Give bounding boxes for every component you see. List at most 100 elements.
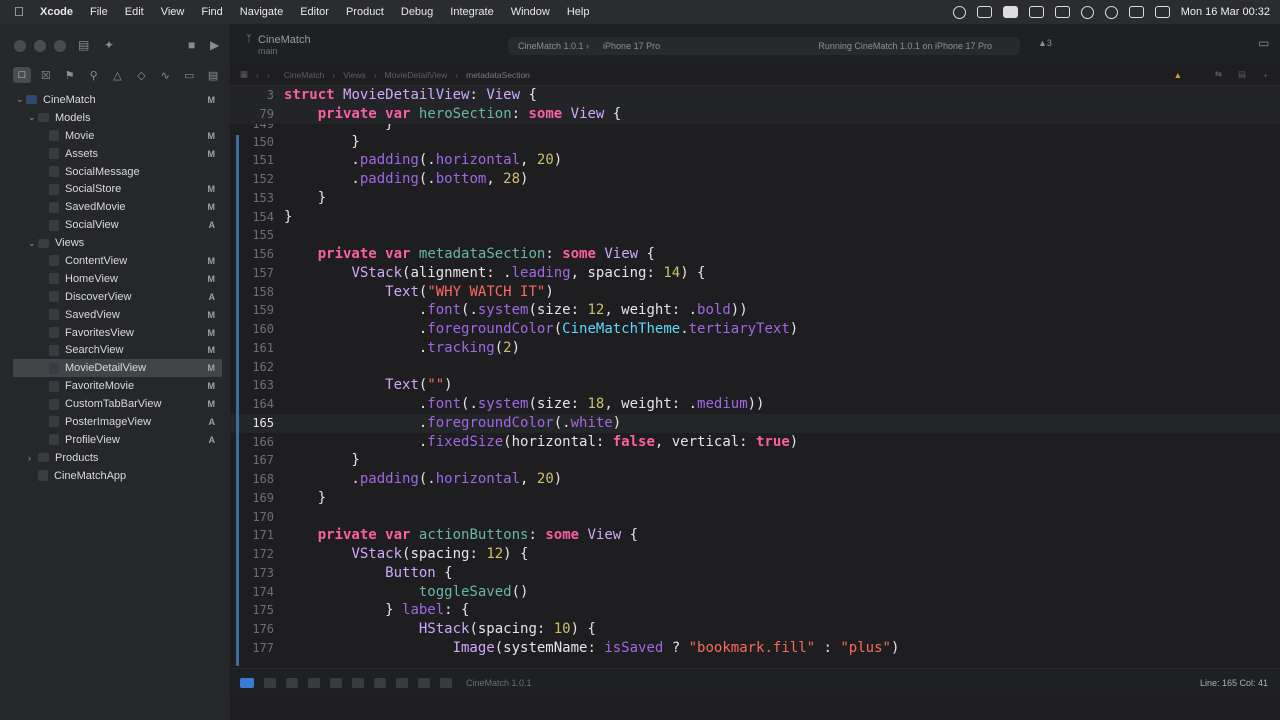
xcode-assistant-icon[interactable]: ✦ bbox=[104, 38, 114, 52]
app-n-icon[interactable] bbox=[1054, 6, 1070, 18]
navigator-item[interactable]: SearchView M bbox=[0, 341, 230, 359]
breadcrumb-project[interactable]: CineMatch bbox=[284, 70, 325, 80]
navigator-item[interactable]: FavoritesView M bbox=[0, 324, 230, 342]
code-line[interactable]: 172 VStack(spacing: 12) { bbox=[230, 545, 1280, 564]
code-line[interactable]: 166 .fixedSize(horizontal: false, vertic… bbox=[230, 433, 1280, 452]
screen-icon[interactable] bbox=[976, 6, 992, 18]
chevron-right-icon[interactable]: › bbox=[28, 453, 31, 463]
test-icon[interactable]: ◇ bbox=[132, 67, 150, 83]
breakpoint-icon[interactable]: ▭ bbox=[180, 67, 198, 83]
line-number[interactable]: 149 bbox=[230, 124, 274, 133]
forward-icon[interactable]: › bbox=[267, 70, 270, 80]
issue-icon[interactable]: △ bbox=[109, 67, 127, 83]
navigator-item[interactable]: SocialView A bbox=[0, 216, 230, 234]
sticky-scope-header[interactable]: 3 struct MovieDetailView: View { bbox=[230, 86, 1280, 105]
menu-product[interactable]: Product bbox=[346, 6, 384, 18]
step-out-icon[interactable] bbox=[330, 677, 342, 688]
code-line[interactable]: 153 } bbox=[230, 189, 1280, 208]
environment-icon[interactable] bbox=[396, 677, 408, 688]
status-circle-icon[interactable] bbox=[952, 5, 966, 19]
warning-icon[interactable]: ▲ bbox=[1174, 70, 1182, 80]
code-line[interactable]: 149 } bbox=[230, 124, 1280, 133]
code-line[interactable]: 162 bbox=[230, 358, 1280, 377]
code-line[interactable]: 161 .tracking(2) bbox=[230, 339, 1280, 358]
code-line[interactable]: 155 bbox=[230, 226, 1280, 245]
code-line[interactable]: 174 toggleSaved() bbox=[230, 583, 1280, 602]
minimize-window-button[interactable] bbox=[34, 40, 46, 52]
scheme-selector[interactable]: CineMatch 1.0.1 › bbox=[518, 41, 589, 51]
project-navigator-icon[interactable]: □ bbox=[13, 67, 31, 83]
navigator-item[interactable]: MovieDetailView M bbox=[13, 359, 222, 378]
menu-window[interactable]: Window bbox=[511, 6, 550, 18]
menu-file[interactable]: File bbox=[90, 6, 108, 18]
menu-help[interactable]: Help bbox=[567, 6, 590, 18]
view-hierarchy-icon[interactable] bbox=[352, 677, 364, 688]
related-items-icon[interactable]: ▦ bbox=[240, 69, 248, 80]
menu-navigate[interactable]: Navigate bbox=[240, 6, 283, 18]
navigator-item[interactable]: SavedView M bbox=[0, 306, 230, 324]
bookmark-icon[interactable]: ⚑ bbox=[61, 67, 79, 83]
control-center-icon[interactable] bbox=[1154, 6, 1170, 18]
code-line[interactable]: 168 .padding(.horizontal, 20) bbox=[230, 470, 1280, 489]
branch-name[interactable]: main bbox=[258, 46, 311, 56]
code-line[interactable]: 158 Text("WHY WATCH IT") bbox=[230, 283, 1280, 302]
navigator-item[interactable]: HomeView M bbox=[0, 270, 230, 288]
code-line[interactable]: 163 Text("") bbox=[230, 376, 1280, 395]
code-line[interactable]: 154} bbox=[230, 208, 1280, 227]
code-line[interactable]: 177 Image(systemName: isSaved ? "bookmar… bbox=[230, 639, 1280, 658]
sticky-scope-header[interactable]: 79 private var heroSection: some View { bbox=[230, 104, 1280, 124]
minimap-icon[interactable]: ▤ bbox=[1238, 69, 1246, 80]
breadcrumb-folder[interactable]: Views bbox=[343, 70, 366, 80]
simulate-location-icon[interactable] bbox=[418, 677, 430, 688]
navigator-item[interactable]: ⌄ Models bbox=[0, 109, 230, 127]
line-number[interactable]: 79 bbox=[230, 105, 274, 124]
device-selector[interactable]: iPhone 17 Pro bbox=[603, 41, 660, 51]
navigator-item[interactable]: ContentView M bbox=[0, 252, 230, 270]
code-line[interactable]: 150 } bbox=[230, 133, 1280, 152]
chevron-down-icon[interactable]: ⌄ bbox=[28, 112, 36, 123]
code-line[interactable]: 176 HStack(spacing: 10) { bbox=[230, 620, 1280, 639]
chevron-down-icon[interactable]: ⌄ bbox=[16, 94, 24, 105]
menu-view[interactable]: View bbox=[161, 6, 185, 18]
sidebar-toggle-icon[interactable]: ▤ bbox=[78, 38, 89, 52]
camera-icon[interactable] bbox=[1002, 6, 1018, 18]
navigator-item[interactable]: FavoriteMovie M bbox=[0, 377, 230, 395]
memory-graph-icon[interactable] bbox=[374, 677, 386, 688]
add-editor-icon[interactable]: + bbox=[1263, 70, 1268, 80]
zoom-window-button[interactable] bbox=[54, 40, 66, 52]
wifi-icon[interactable] bbox=[1104, 5, 1118, 19]
menu-editor[interactable]: Editor bbox=[300, 6, 329, 18]
code-line[interactable]: 156 private var metadataSection: some Vi… bbox=[230, 245, 1280, 264]
navigator-item[interactable]: SocialStore M bbox=[0, 180, 230, 198]
code-line[interactable]: 152 .padding(.bottom, 28) bbox=[230, 170, 1280, 189]
run-icon[interactable]: ▶ bbox=[210, 38, 219, 52]
code-line[interactable]: 151 .padding(.horizontal, 20) bbox=[230, 151, 1280, 170]
stop-icon[interactable]: ■ bbox=[188, 38, 195, 52]
code-line[interactable]: 165 .foregroundColor(.white) bbox=[230, 413, 1280, 433]
navigator-item[interactable]: CineMatchApp bbox=[0, 467, 230, 485]
navigator-item[interactable]: Assets M bbox=[0, 145, 230, 163]
menu-edit[interactable]: Edit bbox=[125, 6, 144, 18]
report-icon[interactable]: ▤ bbox=[204, 67, 222, 83]
code-line[interactable]: 164 .font(.system(size: 18, weight: .med… bbox=[230, 395, 1280, 414]
code-line[interactable]: 170 bbox=[230, 508, 1280, 527]
code-line[interactable]: 159 .font(.system(size: 12, weight: .bol… bbox=[230, 301, 1280, 320]
step-over-icon[interactable] bbox=[286, 677, 298, 688]
close-window-button[interactable] bbox=[14, 40, 26, 52]
navigator-item[interactable]: PosterImageView A bbox=[0, 413, 230, 431]
navigator-item[interactable]: ProfileView A bbox=[0, 431, 230, 449]
menu-find[interactable]: Find bbox=[201, 6, 222, 18]
code-line[interactable]: 173 Button { bbox=[230, 564, 1280, 583]
code-line[interactable]: 169 } bbox=[230, 489, 1280, 508]
pause-icon[interactable] bbox=[264, 677, 276, 688]
split-editor-icon[interactable]: ⇆ bbox=[1215, 69, 1222, 80]
navigator-item[interactable]: DiscoverView A bbox=[0, 288, 230, 306]
step-into-icon[interactable] bbox=[308, 677, 320, 688]
navigator-item[interactable]: ⌄ CineMatch M bbox=[0, 91, 230, 109]
source-editor[interactable]: 3 struct MovieDetailView: View {79 privat… bbox=[230, 86, 1280, 668]
battery-icon[interactable] bbox=[1128, 6, 1144, 18]
menu-debug[interactable]: Debug bbox=[401, 6, 433, 18]
apple-menu-icon[interactable]:  bbox=[14, 5, 28, 19]
find-icon[interactable]: ⚲ bbox=[85, 67, 103, 83]
navigator-item[interactable]: CustomTabBarView M bbox=[0, 395, 230, 413]
